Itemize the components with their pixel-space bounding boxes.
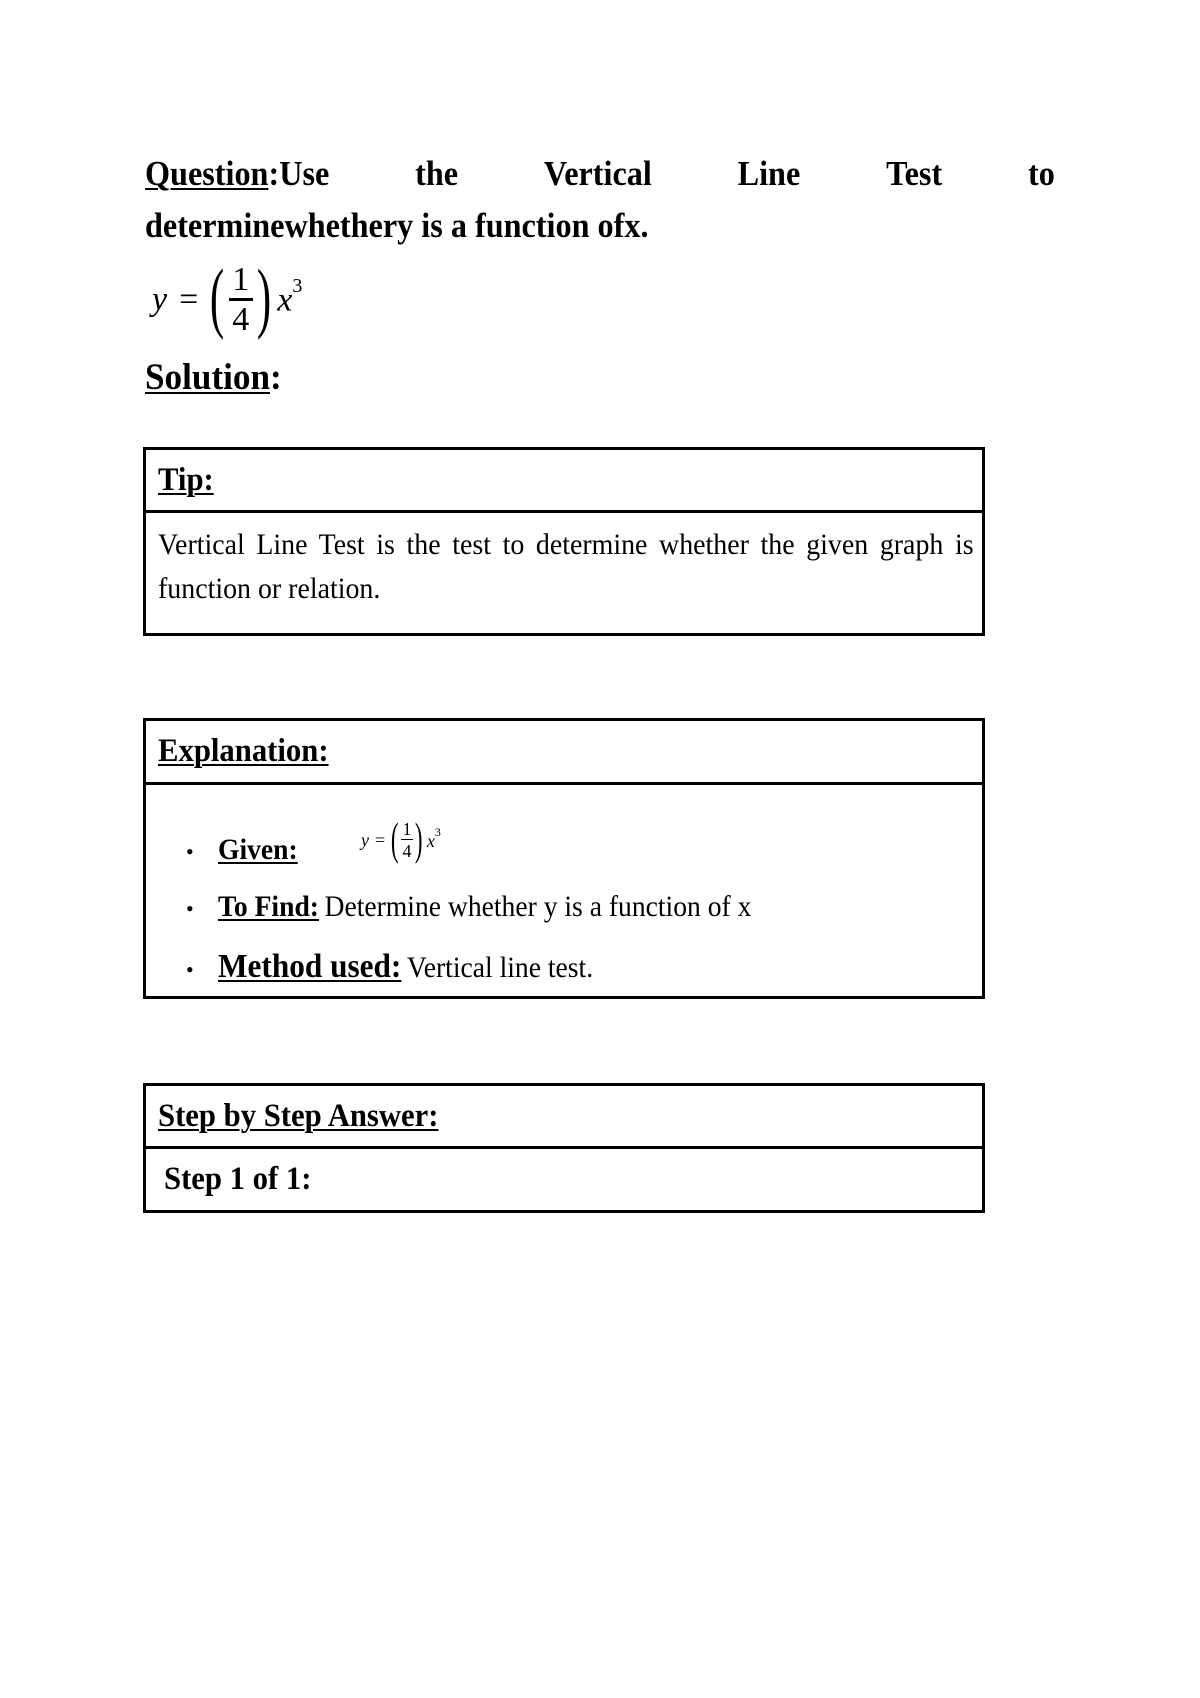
question-word: Vertical	[543, 154, 652, 193]
question-lead: Question:Use	[145, 148, 329, 200]
open-paren: (	[390, 813, 399, 864]
question-word: to	[1028, 154, 1055, 193]
fraction-numerator: 1	[402, 819, 412, 839]
close-paren: )	[257, 253, 272, 340]
equation-equals: =	[375, 830, 386, 850]
fraction-denominator: 4	[402, 841, 412, 861]
question-word: Line	[737, 154, 801, 193]
fraction: 1 4	[400, 819, 413, 862]
question-word: the	[415, 154, 459, 193]
explanation-body: • Given: y = ( 1 4 ) x3 • To Find: Deter…	[146, 785, 982, 993]
question-line-2: determinewhethery is a function ofx.	[145, 206, 649, 245]
list-item-method: • Method used: Vertical line test.	[186, 948, 626, 986]
question-label: Question	[145, 154, 269, 193]
fraction-denominator: 4	[232, 300, 250, 338]
bullet-icon: •	[186, 957, 194, 982]
equation-variable-x: x	[426, 831, 435, 851]
explanation-box: Explanation: • Given: y = ( 1 4 ) x3 • T…	[143, 718, 985, 999]
open-paren: (	[210, 253, 225, 340]
given-equation: y = ( 1 4 ) x3	[361, 813, 441, 864]
step-by-step-body: Step 1 of 1:	[146, 1149, 982, 1210]
question-colon: :	[268, 154, 280, 193]
equation-variable-x: x	[277, 281, 293, 319]
tip-header: Tip:	[146, 450, 982, 513]
step-by-step-box: Step by Step Answer: Step 1 of 1:	[143, 1083, 985, 1213]
solution-heading: Solution:	[145, 352, 282, 404]
equation: y = ( 1 4 ) x3	[152, 255, 302, 345]
list-item-given: • Given: y = ( 1 4 ) x3	[186, 816, 441, 867]
document-page: Question:Use the Vertical Line Test to d…	[0, 0, 1200, 1698]
equation-lhs: y	[152, 281, 168, 318]
method-label: Method used:	[218, 948, 402, 985]
method-text: Vertical line test.	[406, 951, 594, 984]
step-by-step-header: Step by Step Answer:	[146, 1086, 982, 1149]
equation-lhs: y	[361, 830, 369, 850]
tip-box: Tip: Vertical Line Test is the test to d…	[143, 447, 985, 636]
equation-variable: x3	[277, 275, 302, 319]
given-label: Given:	[218, 833, 298, 866]
solution-colon: :	[270, 357, 282, 398]
to-find-content: To Find: Determine whether y is a functio…	[218, 890, 751, 924]
question-text: Question:Use the Vertical Line Test to d…	[145, 148, 1055, 252]
method-content: Method used: Vertical line test.	[218, 948, 593, 986]
solution-label: Solution	[145, 357, 271, 398]
step-label: Step 1 of 1:	[164, 1161, 312, 1197]
tip-title: Tip:	[158, 461, 214, 498]
question-word: Test	[886, 154, 943, 193]
equation-exponent: 3	[434, 825, 441, 839]
to-find-label: To Find:	[218, 890, 319, 923]
step-by-step-title: Step by Step Answer:	[158, 1097, 439, 1134]
list-item-to-find: • To Find: Determine whether y is a funct…	[186, 890, 798, 924]
explanation-header: Explanation:	[146, 721, 982, 785]
question-line-1: Question:Use the Vertical Line Test to	[145, 148, 1055, 200]
given-content: Given:	[218, 833, 303, 867]
close-paren: )	[415, 813, 423, 864]
bullet-icon: •	[186, 896, 194, 921]
tip-text: Vertical Line Test is the test to determ…	[158, 528, 974, 605]
fraction: 1 4	[228, 260, 253, 339]
equation-exponent: 3	[292, 274, 303, 297]
equation-equals: =	[179, 281, 199, 318]
to-find-text: Determine whether y is a function of x	[324, 890, 752, 923]
explanation-title: Explanation:	[158, 733, 329, 769]
question-word: Use	[279, 154, 330, 193]
fraction-numerator: 1	[232, 260, 250, 298]
tip-body: Vertical Line Test is the test to determ…	[146, 513, 982, 611]
bullet-icon: •	[186, 839, 194, 864]
equation-variable: x3	[426, 825, 441, 852]
